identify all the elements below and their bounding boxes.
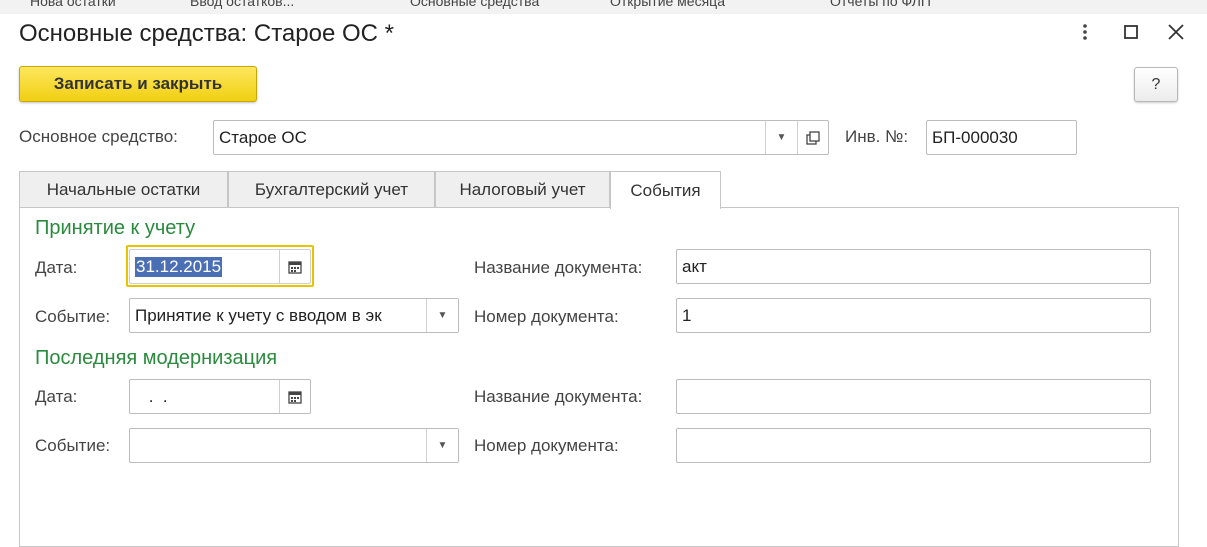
tab-events[interactable]: События [610, 171, 721, 209]
acceptance-event-field[interactable]: Принятие к учету с вводом в эк [129, 298, 459, 333]
tab-tax-accounting[interactable]: Налоговый учет [435, 171, 610, 208]
background-tab[interactable]: Отчеты по ФЛП [830, 0, 931, 9]
modernization-date-value: . . [144, 386, 168, 406]
inventory-number-value: БП-000030 [932, 127, 1018, 147]
asset-label: Основное средство: [19, 127, 178, 146]
maximize-icon[interactable] [1121, 22, 1141, 42]
acceptance-event-label: Событие: [35, 307, 111, 326]
tab-initial-balances[interactable]: Начальные остатки [19, 171, 228, 208]
acceptance-doc-name-field[interactable]: акт [676, 249, 1151, 284]
chevron-down-icon: ▼ [776, 132, 787, 143]
acceptance-doc-number-label: Номер документа: [474, 307, 619, 326]
modernization-section-title: Последняя модернизация [35, 347, 278, 369]
modernization-date-calendar-button[interactable] [279, 380, 310, 413]
acceptance-section-title: Принятие к учету [35, 217, 196, 239]
close-icon[interactable] [1166, 22, 1186, 42]
help-button[interactable]: ? [1134, 67, 1178, 102]
calendar-icon [288, 260, 302, 274]
asset-value: Старое ОС [219, 127, 307, 147]
acceptance-date-calendar-button[interactable] [279, 250, 310, 283]
window-title: Основные средства: Старое ОС * [19, 20, 394, 47]
modernization-event-field[interactable] [129, 428, 459, 463]
acceptance-date-label: Дата: [35, 258, 78, 277]
asset-dropdown-button[interactable]: ▼ [765, 121, 797, 154]
more-vertical-icon[interactable] [1075, 22, 1095, 42]
tab-accounting[interactable]: Бухгалтерский учет [228, 171, 435, 208]
background-tab[interactable]: Ввод остатков... [190, 0, 294, 9]
modernization-event-label: Событие: [35, 436, 111, 455]
modernization-doc-number-label: Номер документа: [474, 436, 619, 455]
background-tab[interactable]: Нова остатки [30, 0, 116, 9]
modernization-doc-name-field[interactable] [676, 379, 1151, 414]
background-tab[interactable]: Основные средства [410, 0, 539, 9]
chevron-down-icon: ▼ [437, 310, 448, 321]
acceptance-date-value: 31.12.2015 [135, 256, 223, 277]
acceptance-doc-number-field[interactable]: 1 [676, 298, 1151, 333]
asset-field[interactable]: Старое ОС [213, 120, 829, 155]
acceptance-event-value: Принятие к учету с вводом в эк [135, 305, 382, 325]
modernization-event-dropdown-button[interactable]: ▼ [426, 429, 458, 462]
open-link-icon [806, 130, 820, 145]
modernization-doc-name-label: Название документа: [474, 387, 643, 406]
acceptance-doc-name-label: Название документа: [474, 258, 643, 277]
modernization-doc-number-field[interactable] [676, 428, 1151, 463]
save-and-close-button[interactable]: Записать и закрыть [19, 66, 257, 102]
acceptance-doc-number-value: 1 [682, 305, 692, 325]
inventory-number-field[interactable]: БП-000030 [926, 120, 1077, 155]
background-tab-strip: Нова остатки Ввод остатков... Основные с… [0, 0, 1207, 15]
inventory-number-label: Инв. №: [845, 127, 909, 146]
acceptance-event-dropdown-button[interactable]: ▼ [426, 299, 458, 332]
calendar-icon [288, 390, 302, 404]
chevron-down-icon: ▼ [437, 440, 448, 451]
background-tab[interactable]: Открытие месяца [610, 0, 725, 9]
modernization-date-label: Дата: [35, 387, 78, 406]
acceptance-doc-name-value: акт [682, 256, 707, 276]
open-asset-button[interactable] [797, 121, 828, 154]
